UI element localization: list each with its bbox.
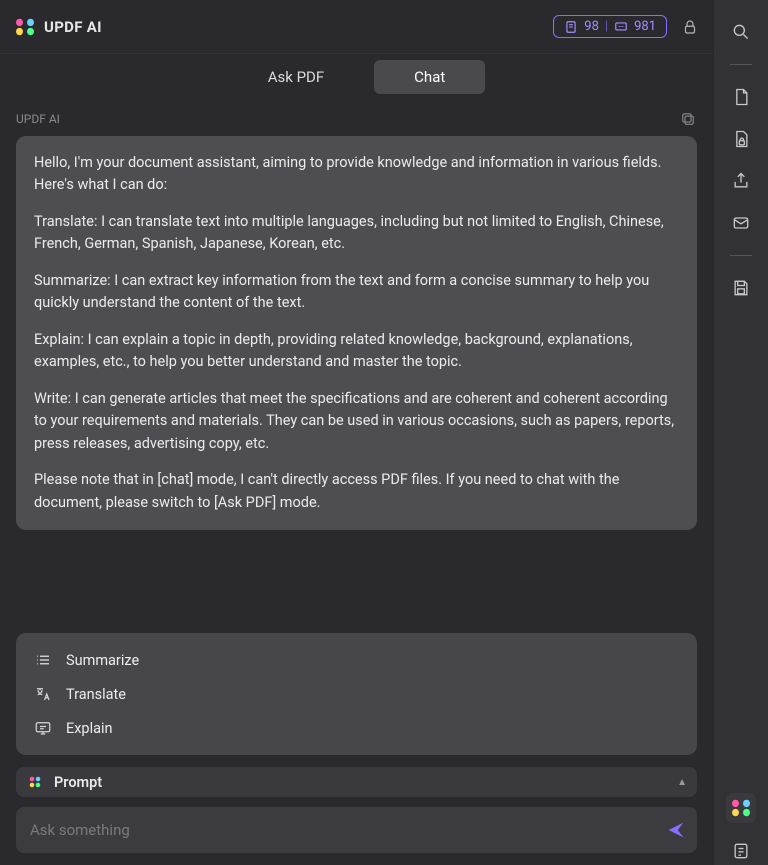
list-icon — [34, 651, 52, 669]
tab-ask-pdf[interactable]: Ask PDF — [228, 60, 364, 94]
explain-icon — [34, 719, 52, 737]
right-sidebar — [713, 0, 768, 865]
credits-badge[interactable]: 98 | 981 — [553, 15, 667, 38]
note-icon — [731, 841, 751, 861]
divider — [730, 64, 752, 65]
divider — [730, 255, 752, 256]
search-icon — [731, 22, 751, 42]
doc-credit-count: 98 — [584, 19, 599, 34]
mode-tabs: Ask PDF Chat — [0, 54, 713, 100]
suggestion-summarize[interactable]: Summarize — [22, 643, 691, 677]
updf-logo-icon — [14, 16, 36, 38]
msg-intro: Hello, I'm your document assistant, aimi… — [34, 152, 679, 197]
app-logo: UPDF AI — [14, 16, 102, 38]
chat-input-row — [16, 807, 697, 853]
sidebar-ai-logo[interactable] — [726, 793, 756, 823]
app-header: UPDF AI 98 | 981 — [0, 0, 713, 54]
sidebar-search[interactable] — [727, 18, 755, 46]
prompt-toggle[interactable]: Prompt ▲ — [16, 767, 697, 797]
msg-summarize: Summarize: I can extract key information… — [34, 270, 679, 315]
suggestions-panel: Summarize Translate Explain — [16, 633, 697, 755]
updf-logo-icon — [730, 797, 752, 819]
doc-icon — [564, 20, 578, 34]
suggestion-explain[interactable]: Explain — [22, 711, 691, 745]
msg-explain: Explain: I can explain a topic in depth,… — [34, 329, 679, 374]
suggestion-translate[interactable]: Translate — [22, 677, 691, 711]
msg-write: Write: I can generate articles that meet… — [34, 388, 679, 455]
mail-icon — [731, 213, 751, 233]
share-icon — [731, 171, 751, 191]
chat-area: Hello, I'm your document assistant, aimi… — [0, 136, 713, 633]
tab-chat[interactable]: Chat — [374, 60, 485, 94]
translate-icon — [34, 685, 52, 703]
send-icon[interactable] — [665, 819, 687, 841]
assistant-message: Hello, I'm your document assistant, aimi… — [16, 136, 697, 530]
msg-note: Please note that in [chat] mode, I can't… — [34, 469, 679, 514]
save-icon — [731, 278, 751, 298]
msg-translate: Translate: I can translate text into mul… — [34, 211, 679, 256]
file-lock-icon — [731, 129, 751, 149]
sidebar-save[interactable] — [727, 274, 755, 302]
chat-credit-count: 981 — [634, 19, 656, 34]
document-icon — [731, 87, 751, 107]
copy-icon[interactable] — [679, 110, 697, 128]
sidebar-file-lock[interactable] — [727, 125, 755, 153]
caret-up-icon: ▲ — [677, 777, 687, 788]
sidebar-share[interactable] — [727, 167, 755, 195]
sidebar-notes[interactable] — [727, 837, 755, 865]
grid-dots-icon — [26, 773, 44, 791]
app-title: UPDF AI — [44, 18, 102, 36]
sidebar-document[interactable] — [727, 83, 755, 111]
conversation-label: UPDF AI — [0, 100, 713, 136]
lock-icon[interactable] — [681, 18, 699, 36]
chat-input[interactable] — [26, 811, 665, 849]
chat-icon — [614, 20, 628, 34]
sidebar-mail[interactable] — [727, 209, 755, 237]
